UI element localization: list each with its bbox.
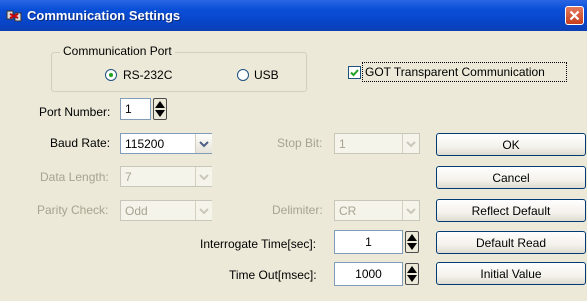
interrogate-time-input[interactable]: 1 [334, 230, 403, 254]
got-transparent-checkbox[interactable] [348, 66, 361, 79]
dropdown-arrow-icon [406, 208, 416, 215]
title-bar[interactable]: Communication Settings [0, 0, 587, 31]
time-out-input[interactable]: 1000 [334, 262, 403, 286]
communication-port-legend: Communication Port [60, 44, 175, 58]
dropdown-arrow-icon [199, 208, 209, 215]
dropdown-arrow-icon [406, 141, 416, 148]
time-out-label: Time Out[msec]: [229, 268, 317, 282]
usb-radio[interactable] [237, 69, 249, 81]
rs232c-label[interactable]: RS-232C [123, 68, 172, 82]
rs232c-radio[interactable] [105, 69, 117, 81]
spin-arrow-icon [155, 101, 165, 117]
stop-bit-dropdown [402, 134, 419, 153]
data-length-dropdown [195, 167, 212, 186]
communication-settings-dialog: Communication Settings Communication Por… [0, 0, 587, 301]
port-number-spinner[interactable] [153, 98, 167, 120]
close-button[interactable] [565, 6, 584, 25]
app-icon [6, 10, 22, 22]
default-read-button[interactable]: Default Read [436, 231, 586, 254]
delimiter-label: Delimiter: [272, 203, 323, 217]
parity-check-label: Parity Check: [37, 203, 109, 217]
port-number-input[interactable]: 1 [120, 98, 151, 120]
interrogate-time-label: Interrogate Time[sec]: [200, 237, 317, 251]
reflect-default-button[interactable]: Reflect Default [436, 199, 586, 222]
ok-button[interactable]: OK [436, 133, 586, 156]
baud-rate-label: Baud Rate: [50, 136, 111, 150]
got-transparent-label[interactable]: GOT Transparent Communication [365, 65, 545, 79]
time-out-spinner[interactable] [405, 263, 419, 285]
data-length-label: Data Length: [40, 170, 109, 184]
dropdown-arrow-icon [199, 174, 209, 181]
baud-rate-dropdown[interactable] [195, 134, 212, 153]
initial-value-button[interactable]: Initial Value [436, 262, 586, 285]
cancel-button[interactable]: Cancel [436, 166, 586, 189]
port-number-label: Port Number: [39, 105, 111, 119]
spin-arrow-icon [407, 234, 417, 250]
check-icon [350, 69, 359, 77]
interrogate-time-spinner[interactable] [405, 231, 419, 253]
dropdown-arrow-icon [199, 141, 209, 148]
close-icon [569, 10, 580, 21]
parity-check-dropdown [195, 201, 212, 220]
usb-label[interactable]: USB [254, 68, 279, 82]
window-title: Communication Settings [27, 8, 181, 23]
spin-arrow-icon [407, 266, 417, 282]
stop-bit-label: Stop Bit: [277, 136, 323, 150]
delimiter-dropdown [402, 201, 419, 220]
